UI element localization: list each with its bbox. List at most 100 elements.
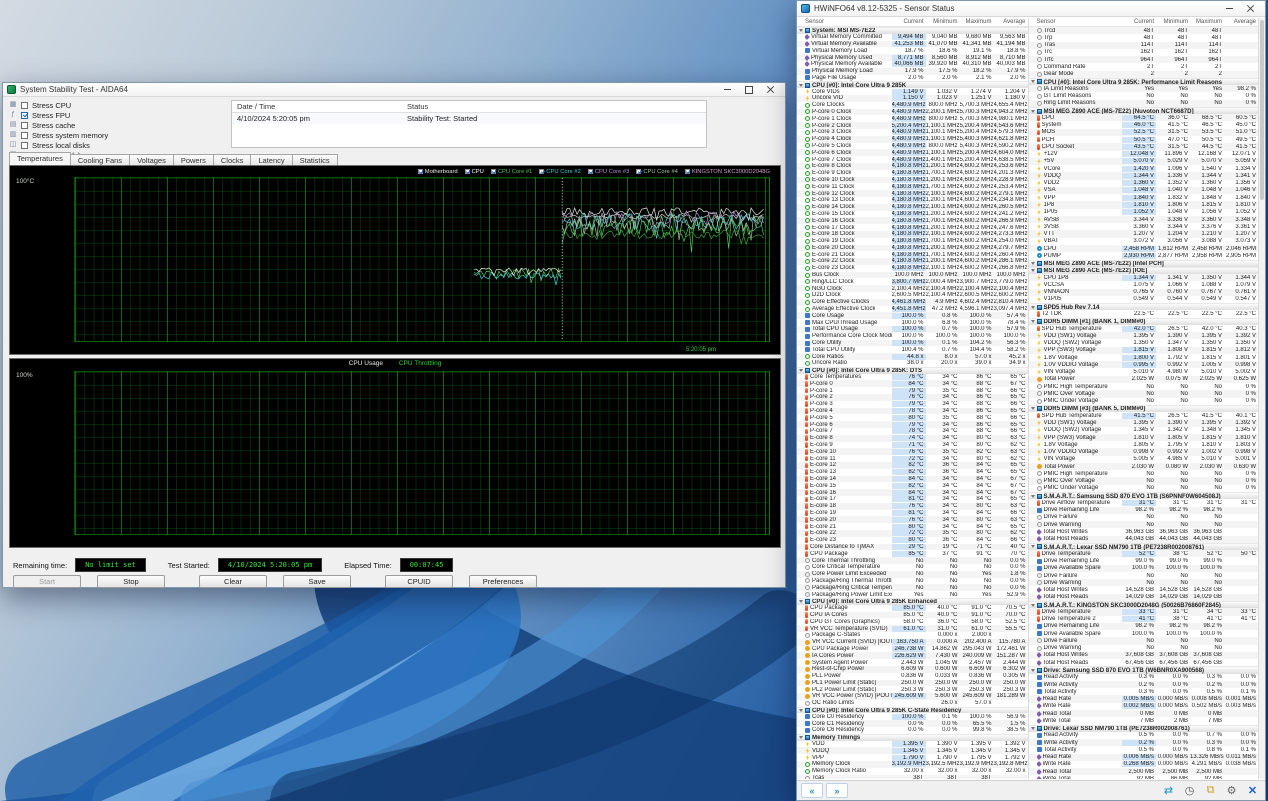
- sensor-section-header[interactable]: CPU [#0]: Intel Core Ultra 9 285K C-Stat…: [797, 707, 1028, 714]
- sensor-row[interactable]: Core C0 Residency100.0 %0.1 %100.0 %56.9…: [797, 713, 1028, 720]
- sensor-row[interactable]: Drive Remaining Life99.0 %99.0 %99.0 %: [1029, 557, 1259, 564]
- sensor-row[interactable]: VSA1.048 V1.040 V1.048 V1.046 V: [1029, 187, 1259, 194]
- sensor-row[interactable]: Read Total0 MB0 MB0 MB: [1029, 710, 1259, 717]
- sensor-row[interactable]: Drive WarningNoNoNo: [1029, 579, 1259, 586]
- sensor-row[interactable]: PCH50.5 °C47.0 °C50.5 °C49.5 °C: [1029, 136, 1259, 143]
- cpuid-button[interactable]: CPUID: [385, 575, 453, 588]
- sensor-row[interactable]: VDD21.360 V1.352 V1.360 V1.356 V: [1029, 180, 1259, 187]
- sensor-row[interactable]: VDDQ (SW2) Voltage1.350 V1.347 V1.350 V1…: [1029, 339, 1259, 346]
- sensor-section-header[interactable]: S.M.A.R.T.: Samsung SSD 870 EVO 1TB (S6P…: [1029, 492, 1259, 499]
- sensor-row[interactable]: Total Host Writes37,608 GB37,608 GB37,60…: [1029, 652, 1259, 659]
- legend-checkbox[interactable]: [636, 169, 641, 174]
- sensor-row[interactable]: Core C6 Residency0.0 %0.0 %99.8 %38.5 %: [797, 727, 1028, 734]
- sensor-row[interactable]: E-core 21 Clock4,180.8 MHz1,700.1 MHz4,6…: [797, 251, 1028, 258]
- sensor-row[interactable]: Read Activity0.3 %0.0 %0.3 %0.0 %: [1029, 674, 1259, 681]
- sensor-row[interactable]: E-core 23 Clock4,180.8 MHz2,100.1 MHz4,6…: [797, 265, 1028, 272]
- sensor-row[interactable]: P-core 580 °C35 °C88 °C66 °C: [797, 414, 1028, 421]
- tab-statistics[interactable]: Statistics: [292, 154, 338, 165]
- collapse-arrow-icon[interactable]: [1031, 110, 1035, 113]
- tab-latency[interactable]: Latency: [250, 154, 292, 165]
- sensor-row[interactable]: PMIC Over VoltageNoNoNo0 %: [1029, 477, 1259, 484]
- sensor-row[interactable]: Tcas38T38T38T: [797, 775, 1028, 779]
- sensor-row[interactable]: E-core 1781 °C34 °C84 °C65 °C: [797, 496, 1028, 503]
- sensor-row[interactable]: Ring Limit ReasonsNoNoNo0 %: [1029, 100, 1259, 107]
- tab-cooling-fans[interactable]: Cooling Fans: [70, 154, 130, 165]
- sensor-row[interactable]: Core Effective Clocks4,461.8 MHz4.9 MHz4…: [797, 299, 1028, 306]
- close-icon[interactable]: [1241, 3, 1261, 14]
- minimize-icon[interactable]: [717, 84, 737, 95]
- aida64-titlebar[interactable]: System Stability Test - AIDA64: [3, 83, 785, 97]
- sensor-row[interactable]: 1P81.810 V1.806 V1.815 V1.810 V: [1029, 201, 1259, 208]
- tab-voltages[interactable]: Voltages: [129, 154, 174, 165]
- sensor-row[interactable]: PLL Power0.836 W0.033 W0.836 W0.305 W: [797, 673, 1028, 680]
- sensor-row[interactable]: Drive Remaining Life98.2 %98.2 %98.2 %: [1029, 623, 1259, 630]
- sensor-row[interactable]: Total Host Writes14,528 GB14,528 GB14,52…: [1029, 586, 1259, 593]
- sensor-row[interactable]: E-core 2380 °C36 °C84 °C66 °C: [797, 537, 1028, 544]
- sensor-row[interactable]: Drive FailureNoNoNo: [1029, 572, 1259, 579]
- sensor-row[interactable]: PMIC High TemperatureNoNoNo0 %: [1029, 383, 1259, 390]
- stress-checkbox[interactable]: [21, 122, 28, 129]
- sensor-row[interactable]: P-core 2 Clock5,200.4 MHz1,100.1 MHz5,20…: [797, 122, 1028, 129]
- preferences-button[interactable]: Preferences: [469, 575, 537, 588]
- sensor-row[interactable]: CPU Package85 °C37 °C91 °C70 °C: [797, 550, 1028, 557]
- hwinfo-titlebar[interactable]: HWiNFO64 v8.12-5325 - Sensor Status: [797, 1, 1265, 17]
- legend-checkbox[interactable]: [539, 169, 544, 174]
- sensor-row[interactable]: Tras114T114T114T: [1029, 42, 1259, 49]
- sensor-row[interactable]: E-core 1484 °C34 °C84 °C67 °C: [797, 476, 1028, 483]
- sensor-row[interactable]: E-core 15 Clock4,180.8 MHz1,200.1 MHz4,6…: [797, 211, 1028, 218]
- sensor-row[interactable]: E-core 1582 °C34 °C84 °C67 °C: [797, 482, 1028, 489]
- sensor-row[interactable]: VDDQ1.344 V1.336 V1.344 V1.341 V: [1029, 172, 1259, 179]
- sensor-row[interactable]: 1.0V VDDIO Voltage0.998 V0.992 V1.002 V0…: [1029, 448, 1259, 455]
- sensor-row[interactable]: P-core 778 °C34 °C88 °C66 °C: [797, 428, 1028, 435]
- sensor-row[interactable]: +5V5.070 V5.029 V5.070 V5.059 V: [1029, 158, 1259, 165]
- sensor-row[interactable]: E-core 13 Clock4,180.8 MHz1,200.1 MHz4,6…: [797, 197, 1028, 204]
- sensor-row[interactable]: PMIC Over VoltageNoNoNo0 %: [1029, 390, 1259, 397]
- collapse-arrow-icon[interactable]: [1031, 80, 1035, 83]
- sensor-row[interactable]: Physical Memory Used8,771 MB8,560 MB8,91…: [797, 54, 1028, 61]
- sensor-row[interactable]: P-core 0 Clock4,480.9 MHz2,200.1 MHz5,70…: [797, 109, 1028, 116]
- sensor-row[interactable]: D2D Clock2,600.5 MHz2,100.4 MHz2,600.5 M…: [797, 292, 1028, 299]
- legend-checkbox[interactable]: [491, 169, 496, 174]
- sensor-row[interactable]: P-core 478 °C34 °C86 °C65 °C: [797, 408, 1028, 415]
- sensor-row[interactable]: Virtual Memory Available41,253 MB41,070 …: [797, 41, 1028, 48]
- sensor-row[interactable]: VPP1.840 V1.832 V1.848 V1.840 V: [1029, 194, 1259, 201]
- sensor-row[interactable]: PL1 Power Limit (Static)250.0 W250.0 W25…: [797, 680, 1028, 687]
- sensor-row[interactable]: 3VSB3.360 V3.344 V3.376 V3.361 V: [1029, 223, 1259, 230]
- sensor-row[interactable]: Drive FailureNoNoNo: [1029, 514, 1259, 521]
- stress-checkbox[interactable]: [21, 102, 28, 109]
- tab-clocks[interactable]: Clocks: [213, 154, 252, 165]
- sensor-row[interactable]: CPU 1P81.344 V1.341 V1.350 V1.344 V: [1029, 274, 1259, 281]
- sensor-row[interactable]: VDD1.395 V1.390 V1.395 V1.392 V: [797, 741, 1028, 748]
- sensor-row[interactable]: Trp48T48T48T: [1029, 34, 1259, 41]
- sensor-row[interactable]: Core Critical TemperatureNoNoNo0.0 %: [797, 564, 1028, 571]
- sensor-row[interactable]: PMIC Under VoltageNoNoNo0 %: [1029, 398, 1259, 405]
- sensor-section-header[interactable]: Drive: Samsung SSD 870 EVO 1TB (W6BNR0XA…: [1029, 666, 1259, 673]
- close-icon[interactable]: ✕: [1244, 783, 1261, 798]
- clear-button[interactable]: Clear: [199, 575, 267, 588]
- sensor-row[interactable]: Drive Airflow Temperature31 °C31 °C31 °C…: [1029, 499, 1259, 506]
- sensor-row[interactable]: CPU2,458 RPM1,612 RPM2,458 RPM2,046 RPM: [1029, 245, 1259, 252]
- sensor-row[interactable]: P-core 5 Clock4,480.9 MHz800.0 MHz5,400.…: [797, 143, 1028, 150]
- sensor-row[interactable]: Command Rate2T2T2T: [1029, 63, 1259, 70]
- sensor-row[interactable]: E-core 17 Clock4,180.8 MHz1,200.1 MHz4,6…: [797, 224, 1028, 231]
- sensor-row[interactable]: VBAT3.072 V3.056 V3.088 V3.073 V: [1029, 238, 1259, 245]
- sensor-row[interactable]: Drive Remaining Life98.2 %98.2 %98.2 %: [1029, 507, 1259, 514]
- sensor-row[interactable]: NGU Clock2,100.4 MHz2,100.4 MHz2,100.4 M…: [797, 285, 1028, 292]
- sensor-row[interactable]: VDD (SW1) Voltage1.395 V1.390 V1.395 V1.…: [1029, 332, 1259, 339]
- page-left-icon[interactable]: «: [801, 783, 823, 798]
- sensor-row[interactable]: T2 TDK22.5 °C22.5 °C22.5 °C22.5 °C: [1029, 310, 1259, 317]
- minimize-icon[interactable]: [1219, 3, 1239, 14]
- sensor-row[interactable]: System46.0 °C41.5 °C46.5 °C45.0 °C: [1029, 121, 1259, 128]
- log-row[interactable]: 4/10/2024 5:20:05 pmStability Test: Star…: [232, 113, 706, 124]
- scrollbar-thumb[interactable]: [1260, 20, 1264, 200]
- sensor-row[interactable]: PMIC High TemperatureNoNoNo0 %: [1029, 470, 1259, 477]
- sensor-row[interactable]: Virtual Memory Committed9,494 MB9,040 MB…: [797, 34, 1028, 41]
- collapse-arrow-icon[interactable]: [799, 600, 803, 603]
- sensor-row[interactable]: P-core 276 °C34 °C86 °C65 °C: [797, 394, 1028, 401]
- collapse-arrow-icon[interactable]: [1031, 320, 1035, 323]
- clock-icon[interactable]: ◷: [1181, 783, 1198, 798]
- sensor-row[interactable]: Core Clocks4,480.9 MHz800.0 MHz5,700.3 M…: [797, 102, 1028, 109]
- sensor-row[interactable]: VIN Voltage5.010 V4.980 V5.010 V5.002 V: [1029, 368, 1259, 375]
- sensor-row[interactable]: Drive WarningNoNoNo: [1029, 521, 1259, 528]
- sensor-row[interactable]: Package C-States0.000 x2.000 x: [797, 632, 1028, 639]
